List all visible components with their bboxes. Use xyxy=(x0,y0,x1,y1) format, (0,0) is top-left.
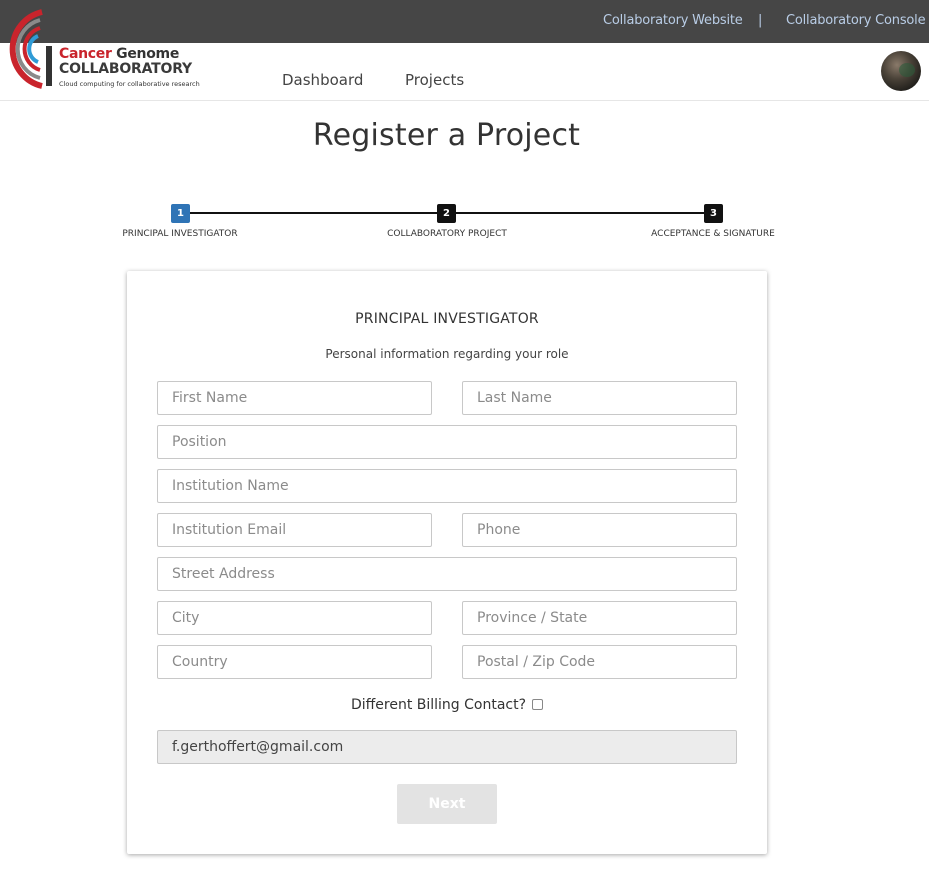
cancer-genome-collaboratory-logo[interactable]: Cancer Genome COLLABORATORY Cloud comput… xyxy=(0,8,210,98)
next-button[interactable]: Next xyxy=(397,784,497,824)
province-state-input[interactable] xyxy=(462,601,737,635)
collaboratory-console-link[interactable]: Collaboratory Console xyxy=(786,13,926,28)
step-2-label: COLLABORATORY PROJECT xyxy=(387,229,507,239)
collaboratory-website-link[interactable]: Collaboratory Website xyxy=(603,13,743,28)
billing-contact-checkbox[interactable] xyxy=(532,698,544,710)
logo-word-collaboratory: COLLABORATORY xyxy=(59,61,192,77)
nav-dashboard-link[interactable]: Dashboard xyxy=(282,71,363,89)
position-input[interactable] xyxy=(157,425,737,459)
page-title: Register a Project xyxy=(312,118,581,153)
street-address-input[interactable] xyxy=(157,557,737,591)
postal-zip-input[interactable] xyxy=(462,645,737,679)
last-name-input[interactable] xyxy=(462,381,737,415)
principal-investigator-form-card: PRINCIPAL INVESTIGATOR Personal informat… xyxy=(127,271,767,854)
form-section-title: PRINCIPAL INVESTIGATOR xyxy=(355,311,539,327)
billing-contact-row: Different Billing Contact? xyxy=(127,697,767,713)
step-1-indicator[interactable]: 1 xyxy=(171,204,190,223)
country-input[interactable] xyxy=(157,645,432,679)
step-3-label: ACCEPTANCE & SIGNATURE xyxy=(651,229,775,239)
institution-email-input[interactable] xyxy=(157,513,432,547)
nav-projects-link[interactable]: Projects xyxy=(405,71,464,89)
account-email-field xyxy=(157,730,737,764)
logo-arcs-icon xyxy=(9,9,52,89)
step-2-indicator[interactable]: 2 xyxy=(437,204,456,223)
step-3-indicator[interactable]: 3 xyxy=(704,204,723,223)
topbar-separator: | xyxy=(758,13,763,28)
logo-word-genome: Genome xyxy=(111,46,180,62)
billing-contact-label: Different Billing Contact? xyxy=(350,697,527,713)
city-input[interactable] xyxy=(157,601,432,635)
user-avatar[interactable] xyxy=(881,51,921,91)
phone-input[interactable] xyxy=(462,513,737,547)
institution-name-input[interactable] xyxy=(157,469,737,503)
step-1-label: PRINCIPAL INVESTIGATOR xyxy=(122,229,238,239)
first-name-input[interactable] xyxy=(157,381,432,415)
form-section-subtitle: Personal information regarding your role xyxy=(325,347,569,361)
logo-tagline: Cloud computing for collaborative resear… xyxy=(59,80,200,88)
logo-word-cancer: Cancer xyxy=(59,46,112,62)
